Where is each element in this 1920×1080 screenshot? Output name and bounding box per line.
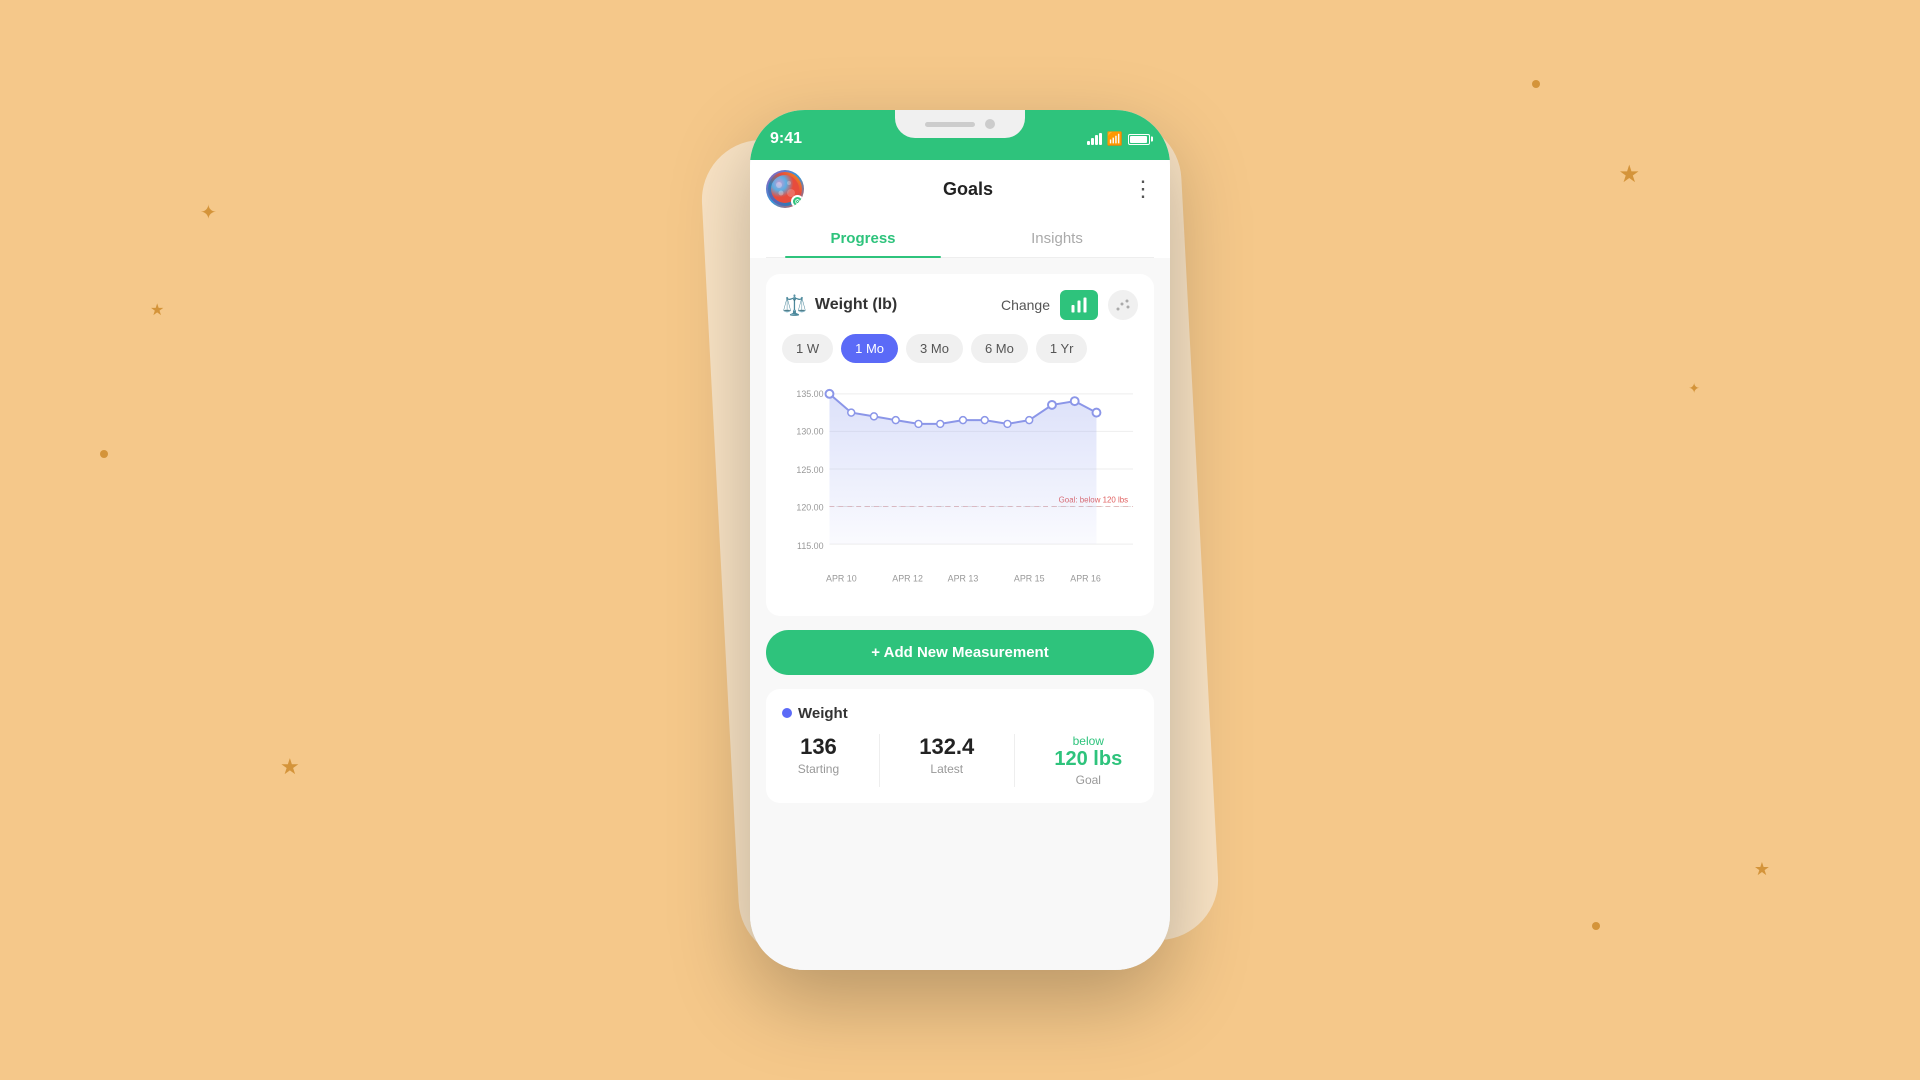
- star-icon-2: ★: [1754, 859, 1770, 879]
- stat-divider-2: [1014, 734, 1015, 787]
- svg-text:APR 15: APR 15: [1014, 574, 1045, 584]
- weight-card: ⚖️ Weight (lb) Change: [766, 274, 1154, 616]
- deco-star-2: ★: [1754, 859, 1770, 880]
- time-range-1w[interactable]: 1 W: [782, 334, 833, 363]
- app-header: Goals ⋮ Progress Insights: [750, 160, 1170, 258]
- more-options-icon[interactable]: ⋮: [1132, 176, 1154, 202]
- deco-dot-3: [1592, 922, 1600, 930]
- deco-dot-2: [100, 450, 108, 458]
- phone-frame: 9:41 📶: [750, 110, 1170, 970]
- deco-star-3: ★: [150, 300, 164, 320]
- stats-row: 136 Starting 132.4 Latest below 120 lbs …: [782, 734, 1138, 787]
- app-header-top: Goals ⋮: [766, 170, 1154, 208]
- weight-card-header: ⚖️ Weight (lb) Change: [782, 290, 1138, 320]
- svg-text:125.00: 125.00: [796, 465, 823, 475]
- starting-label: Starting: [798, 762, 839, 776]
- deco-star-4: ★: [280, 754, 300, 780]
- goal-label: Goal: [1054, 773, 1122, 787]
- goal-prefix: below: [1054, 734, 1122, 748]
- tabs-container: Progress Insights: [766, 220, 1154, 258]
- star-icon-4: ★: [280, 754, 300, 779]
- dot-1: [1532, 80, 1540, 88]
- weight-title-group: ⚖️ Weight (lb): [782, 293, 897, 318]
- camera: [985, 119, 995, 129]
- speaker: [925, 122, 975, 127]
- scatter-view-button[interactable]: [1108, 290, 1138, 320]
- status-icons: 📶: [1087, 131, 1150, 147]
- star-icon-1: ★: [1618, 161, 1640, 188]
- latest-value: 132.4: [919, 734, 974, 760]
- stats-dot: [782, 708, 792, 718]
- wifi-icon: 📶: [1107, 131, 1123, 147]
- weight-chart[interactable]: 135.00 130.00 125.00 120.00 115.00 Goal:…: [782, 379, 1138, 592]
- signal-bars-icon: [1087, 133, 1102, 145]
- deco-star-1: ★: [1618, 160, 1640, 189]
- scale-icon: ⚖️: [782, 293, 807, 318]
- status-time: 9:41: [770, 130, 802, 148]
- time-range-6mo[interactable]: 6 Mo: [971, 334, 1028, 363]
- chart-svg: 135.00 130.00 125.00 120.00 115.00 Goal:…: [782, 379, 1138, 587]
- latest-label: Latest: [919, 762, 974, 776]
- svg-text:120.00: 120.00: [796, 503, 823, 513]
- stats-label: Weight: [798, 705, 848, 722]
- sparkle-icon-2: ✦: [1688, 380, 1700, 396]
- battery-icon: [1128, 134, 1150, 145]
- stats-label-row: Weight: [782, 705, 1138, 722]
- dot-3: [1592, 922, 1600, 930]
- stat-divider-1: [879, 734, 880, 787]
- weight-actions: Change: [1001, 290, 1138, 320]
- tab-progress[interactable]: Progress: [766, 220, 960, 257]
- time-range-1mo[interactable]: 1 Mo: [841, 334, 898, 363]
- avatar-settings-badge[interactable]: [791, 195, 804, 208]
- tab-insights[interactable]: Insights: [960, 220, 1154, 257]
- stat-goal: below 120 lbs Goal: [1054, 734, 1122, 787]
- time-range-1yr[interactable]: 1 Yr: [1036, 334, 1088, 363]
- chart-view-button[interactable]: [1060, 290, 1098, 320]
- bar-chart-icon: [1070, 296, 1088, 314]
- stat-starting: 136 Starting: [798, 734, 839, 787]
- avatar[interactable]: [766, 170, 804, 208]
- svg-text:APR 12: APR 12: [892, 574, 923, 584]
- svg-text:135.00: 135.00: [796, 389, 823, 399]
- deco-sparkle-1: ✦: [200, 200, 217, 225]
- sparkle-icon-1: ✦: [200, 202, 217, 224]
- svg-text:130.00: 130.00: [796, 426, 823, 436]
- stat-latest: 132.4 Latest: [919, 734, 974, 787]
- dot-2: [100, 450, 108, 458]
- deco-dot-1: [1532, 80, 1540, 88]
- time-range-selector: 1 W 1 Mo 3 Mo 6 Mo 1 Yr: [782, 334, 1138, 363]
- star-icon-3: ★: [150, 302, 164, 319]
- svg-text:APR 16: APR 16: [1070, 574, 1101, 584]
- deco-sparkle-2: ✦: [1688, 380, 1700, 398]
- svg-text:APR 10: APR 10: [826, 574, 857, 584]
- change-button[interactable]: Change: [1001, 297, 1050, 313]
- stats-card: Weight 136 Starting 132.4 Latest below 1…: [766, 689, 1154, 803]
- page-title: Goals: [943, 179, 993, 200]
- add-measurement-button[interactable]: + Add New Measurement: [766, 630, 1154, 675]
- time-range-3mo[interactable]: 3 Mo: [906, 334, 963, 363]
- scatter-icon: [1115, 297, 1131, 313]
- goal-value: 120 lbs: [1054, 748, 1122, 771]
- app-content: ⚖️ Weight (lb) Change: [750, 258, 1170, 970]
- starting-value: 136: [798, 734, 839, 760]
- phone-notch: [895, 110, 1025, 138]
- svg-text:APR 13: APR 13: [948, 574, 979, 584]
- weight-title: Weight (lb): [815, 296, 897, 314]
- svg-text:115.00: 115.00: [797, 541, 824, 551]
